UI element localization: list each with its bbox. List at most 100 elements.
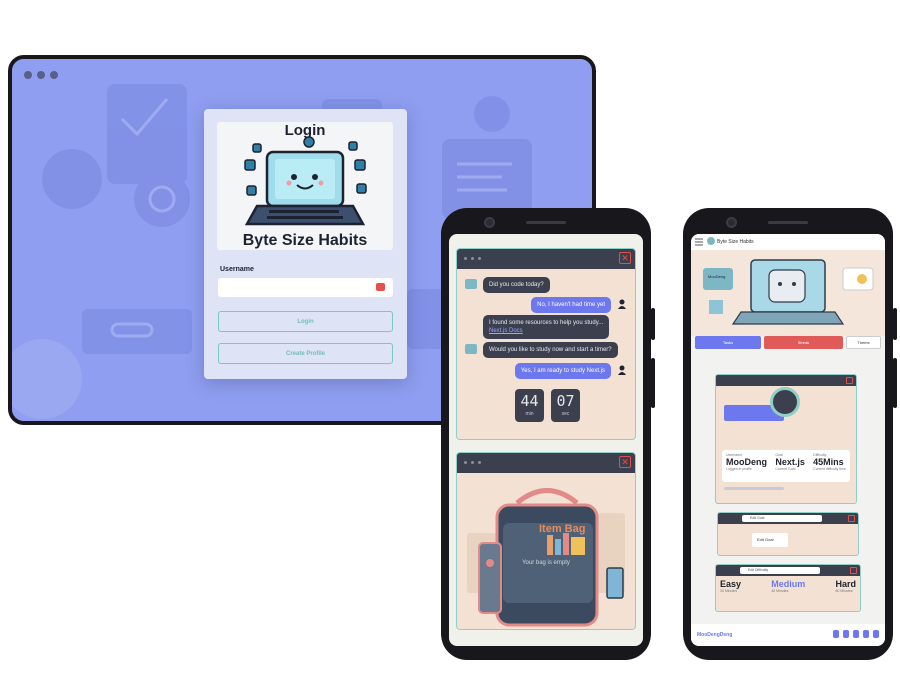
stat-sub: Current difficulty time [813, 467, 846, 471]
camera-icon [484, 217, 495, 228]
username-input[interactable] [218, 278, 393, 297]
edit-difficulty-header: Edit Difficulty [716, 565, 860, 576]
edit-goal-header: Edit Goal [718, 513, 858, 524]
dashboard-screen: Byte Size Habits MooDeng Tasks Streak Th… [691, 234, 885, 646]
chat-screen: ✕ Did you code today? No, I haven't had … [449, 234, 643, 646]
bag-empty-text: Your bag is empty [522, 560, 570, 566]
stat-value: MooDeng [726, 457, 767, 467]
backpack-icon [457, 473, 635, 629]
item-bag-panel: ✕ Item Bag Your bag is empty [456, 452, 636, 630]
close-icon[interactable] [846, 377, 853, 384]
window-controls [24, 71, 58, 79]
footer-bar: MooDengDeng [691, 624, 885, 646]
stat-goal: Goal Next.js Current Goal [775, 453, 805, 479]
bag-panel-header: ✕ [457, 453, 635, 473]
window-dot[interactable] [24, 71, 32, 79]
user-avatar-icon [618, 365, 626, 375]
footer-brand: MooDengDeng [697, 632, 733, 638]
difficulty-name: Medium [771, 579, 806, 589]
tab-tasks[interactable]: Tasks [695, 336, 761, 349]
edit-difficulty-search-text: Edit Difficulty [748, 568, 769, 572]
chat-message-text: I found some resources to help you study… [489, 320, 604, 326]
hero-banner-illustration [691, 250, 885, 336]
item-bag-title: Item Bag [539, 523, 586, 535]
timer-seconds-unit: sec [561, 411, 570, 417]
app-logo: Login Byte Size Habits [217, 122, 393, 250]
tab-tasks-label: Tasks [722, 340, 734, 345]
speaker-grille [768, 221, 808, 224]
avatar [770, 387, 800, 417]
stats-row: Username MooDeng Logged in profile Goal … [722, 450, 850, 482]
difficulty-time: 45 Minutes [771, 589, 789, 593]
edit-goal-search-input[interactable]: Edit Goal [742, 515, 822, 522]
top-bar: Byte Size Habits [691, 234, 885, 250]
tab-streak[interactable]: Streak [763, 336, 844, 349]
close-icon[interactable] [850, 567, 857, 574]
tab-streak-label: Streak [797, 340, 810, 345]
edit-goal-button[interactable]: Edit Goal [752, 533, 788, 547]
login-card: Login Byte Size Habits Username Login Cr… [204, 109, 407, 379]
chat-icon[interactable] [843, 630, 849, 638]
phone-chat: ✕ Did you code today? No, I haven't had … [441, 208, 655, 660]
timer-minutes: 44 min [515, 389, 544, 422]
difficulty-name: Easy [720, 579, 742, 589]
stat-value: 45Mins [813, 457, 844, 467]
autofill-key-icon[interactable] [376, 283, 385, 291]
settings-icon[interactable] [863, 630, 869, 638]
profile-card-header [716, 375, 856, 386]
tab-bar: Tasks Streak Theme [695, 336, 881, 349]
stats-icon[interactable] [873, 630, 879, 638]
docs-link[interactable]: Next.js Docs [489, 327, 603, 335]
tab-theme-label: Theme [857, 340, 870, 345]
edit-goal-card: Edit Goal Edit Goal [717, 512, 859, 556]
difficulty-options: Easy 30 Minutes Medium 45 Minutes Hard 6… [720, 579, 856, 593]
side-button [651, 358, 655, 408]
difficulty-name: Hard [835, 579, 856, 589]
stat-value: Next.js [775, 457, 805, 467]
create-profile-button[interactable]: Create Profile [218, 343, 393, 364]
footer-icons [833, 630, 879, 638]
difficulty-time: 60 Minutes [835, 589, 853, 593]
chat-panel-header: ✕ [457, 249, 635, 269]
close-icon[interactable]: ✕ [619, 456, 631, 468]
side-button [893, 358, 897, 408]
phone-dashboard: Byte Size Habits MooDeng Tasks Streak Th… [683, 208, 897, 660]
close-icon[interactable]: ✕ [619, 252, 631, 264]
edit-goal-search-text: Edit Goal [750, 516, 765, 520]
difficulty-medium[interactable]: Medium 45 Minutes [771, 579, 805, 593]
edit-difficulty-search-input[interactable]: Edit Difficulty [740, 567, 820, 574]
login-button[interactable]: Login [218, 311, 393, 332]
showcase-stage: Login Byte Size Habits Username Login Cr… [0, 0, 900, 700]
menu-icon[interactable] [695, 238, 703, 246]
bot-avatar-icon [465, 279, 477, 289]
profile-card: Username MooDeng Logged in profile Goal … [715, 374, 857, 504]
bot-avatar-icon [465, 344, 477, 354]
app-logo-icon [707, 237, 715, 245]
panel-dots [464, 257, 481, 260]
stat-sub: Logged in profile [726, 467, 752, 471]
window-dot[interactable] [50, 71, 58, 79]
logo-title-bottom: Byte Size Habits [242, 232, 368, 249]
side-button [651, 308, 655, 340]
camera-icon [726, 217, 737, 228]
close-icon[interactable] [848, 515, 855, 522]
timer-seconds-value: 07 [556, 392, 575, 410]
window-dot[interactable] [37, 71, 45, 79]
chat-message-user: Yes, I am ready to study Next.js [514, 363, 611, 379]
bag-icon[interactable] [853, 630, 859, 638]
speaker-grille [526, 221, 566, 224]
side-button [893, 308, 897, 340]
timer-minutes-value: 44 [520, 392, 539, 410]
timer-minutes-unit: min [525, 411, 534, 417]
difficulty-easy[interactable]: Easy 30 Minutes [720, 579, 741, 593]
panel-dots [464, 461, 481, 464]
profile-icon[interactable] [833, 630, 839, 638]
chat-message-bot: Did you code today? [483, 277, 550, 293]
tab-theme[interactable]: Theme [846, 336, 881, 349]
edit-goal-button-label: Edit Goal [757, 537, 774, 542]
laptop-mascot-icon [244, 136, 367, 226]
difficulty-hard[interactable]: Hard 60 Minutes [835, 579, 856, 593]
app-title: Byte Size Habits [717, 239, 754, 245]
stat-username: Username MooDeng Logged in profile [726, 453, 767, 479]
chat-message-user: No, I haven't had time yet [531, 297, 611, 313]
